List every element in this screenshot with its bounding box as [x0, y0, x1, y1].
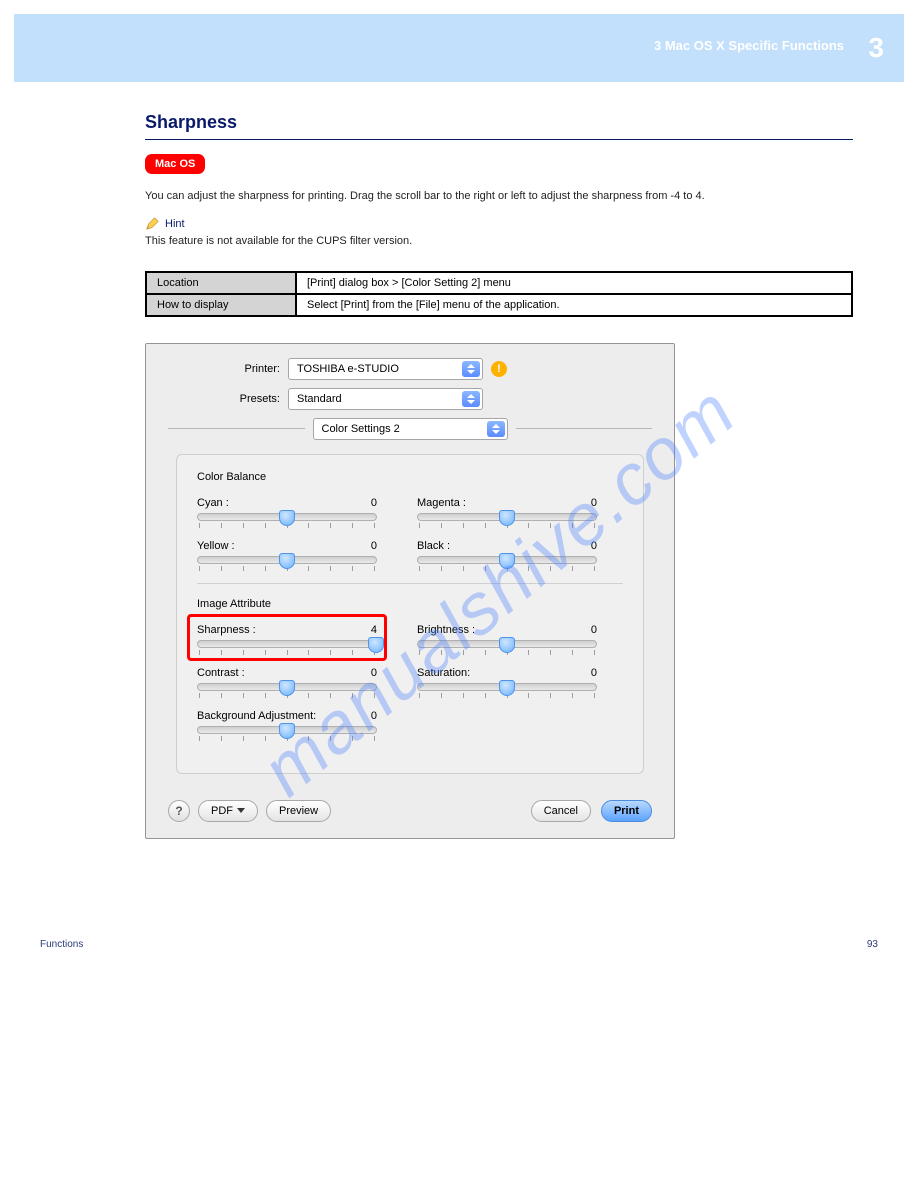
page-footer: Functions 93 — [0, 879, 918, 970]
section-title: Sharpness — [145, 112, 853, 133]
header-text: 3 Mac OS X Specific Functions — [654, 38, 844, 53]
sharpness-value: 4 — [371, 624, 377, 636]
warning-icon — [491, 361, 507, 377]
contrast-slider-block: Contrast : 0 — [197, 667, 377, 698]
saturation-label: Saturation: — [417, 667, 470, 679]
table-row: How to display Select [Print] from the [… — [146, 294, 852, 316]
chevron-updown-icon — [462, 361, 480, 377]
chevron-updown-icon — [462, 391, 480, 407]
table-cell-value: Select [Print] from the [File] menu of t… — [296, 294, 852, 316]
color-balance-title: Color Balance — [197, 471, 623, 483]
contrast-label: Contrast : — [197, 667, 245, 679]
hint-text: This feature is not available for the CU… — [145, 235, 853, 247]
printer-label: Printer: — [168, 363, 288, 375]
saturation-slider[interactable] — [417, 683, 597, 691]
contrast-value: 0 — [371, 667, 377, 679]
sharpness-label: Sharpness : — [197, 624, 256, 636]
pencil-icon — [145, 217, 159, 231]
printer-select-value: TOSHIBA e-STUDIO — [297, 363, 399, 375]
header-number: 3 — [868, 32, 884, 64]
saturation-slider-block: Saturation: 0 — [417, 667, 597, 698]
cyan-slider[interactable] — [197, 513, 377, 521]
magenta-slider-block: Magenta : 0 — [417, 497, 597, 528]
hint-block: Hint This feature is not available for t… — [145, 217, 853, 247]
brightness-slider[interactable] — [417, 640, 597, 648]
panel-divider — [197, 583, 623, 584]
black-slider[interactable] — [417, 556, 597, 564]
magenta-label: Magenta : — [417, 497, 466, 509]
divider — [168, 428, 305, 429]
table-cell-label: How to display — [146, 294, 296, 316]
print-button[interactable]: Print — [601, 800, 652, 822]
slider-thumb[interactable] — [499, 553, 515, 569]
panel-menu-select[interactable]: Color Settings 2 — [313, 418, 508, 440]
slider-thumb[interactable] — [499, 680, 515, 696]
panel-menu-value: Color Settings 2 — [322, 423, 400, 435]
yellow-label: Yellow : — [197, 540, 235, 552]
cancel-button[interactable]: Cancel — [531, 800, 591, 822]
yellow-value: 0 — [371, 540, 377, 552]
cyan-value: 0 — [371, 497, 377, 509]
background-label: Background Adjustment: — [197, 710, 316, 722]
pdf-button-label: PDF — [211, 805, 233, 817]
slider-thumb[interactable] — [279, 723, 295, 739]
background-slider[interactable] — [197, 726, 377, 734]
slider-thumb[interactable] — [279, 510, 295, 526]
print-dialog: Printer: TOSHIBA e-STUDIO Presets: Stand… — [145, 343, 675, 839]
table-cell-value: [Print] dialog box > [Color Setting 2] m… — [296, 272, 852, 294]
background-value: 0 — [371, 710, 377, 722]
cyan-label: Cyan : — [197, 497, 229, 509]
brightness-slider-block: Brightness : 0 — [417, 624, 597, 655]
slider-ticks — [197, 650, 377, 655]
yellow-slider-block: Yellow : 0 — [197, 540, 377, 571]
chevron-down-icon — [237, 808, 245, 813]
preview-button[interactable]: Preview — [266, 800, 331, 822]
settings-panel: Color Balance Cyan : 0 Magenta : 0 — [176, 454, 644, 774]
sharpness-slider[interactable] — [197, 640, 377, 648]
saturation-value: 0 — [591, 667, 597, 679]
table-cell-label: Location — [146, 272, 296, 294]
hint-label: Hint — [165, 218, 185, 230]
pdf-button[interactable]: PDF — [198, 800, 258, 822]
footer-left: Functions — [40, 939, 83, 950]
brightness-value: 0 — [591, 624, 597, 636]
chevron-updown-icon — [487, 421, 505, 437]
help-button[interactable]: ? — [168, 800, 190, 822]
dialog-footer: ? PDF Preview Cancel Print — [146, 792, 674, 838]
presets-label: Presets: — [168, 393, 288, 405]
slider-thumb[interactable] — [368, 637, 384, 653]
background-slider-block: Background Adjustment: 0 — [197, 710, 377, 741]
footer-right: 93 — [867, 939, 878, 950]
divider — [516, 428, 653, 429]
sharpness-slider-block: Sharpness : 4 — [197, 624, 377, 655]
black-label: Black : — [417, 540, 450, 552]
slider-thumb[interactable] — [279, 680, 295, 696]
section-rule — [145, 139, 853, 140]
slider-thumb[interactable] — [279, 553, 295, 569]
body-paragraph: You can adjust the sharpness for printin… — [145, 188, 853, 205]
table-row: Location [Print] dialog box > [Color Set… — [146, 272, 852, 294]
presets-select[interactable]: Standard — [288, 388, 483, 410]
platform-badge: Mac OS — [145, 154, 205, 174]
image-attribute-title: Image Attribute — [197, 598, 623, 610]
yellow-slider[interactable] — [197, 556, 377, 564]
cyan-slider-block: Cyan : 0 — [197, 497, 377, 528]
printer-select[interactable]: TOSHIBA e-STUDIO — [288, 358, 483, 380]
brightness-label: Brightness : — [417, 624, 475, 636]
spec-table: Location [Print] dialog box > [Color Set… — [145, 271, 853, 317]
page-header: 3 Mac OS X Specific Functions 3 — [14, 14, 904, 82]
slider-thumb[interactable] — [499, 510, 515, 526]
contrast-slider[interactable] — [197, 683, 377, 691]
magenta-value: 0 — [591, 497, 597, 509]
black-slider-block: Black : 0 — [417, 540, 597, 571]
slider-thumb[interactable] — [499, 637, 515, 653]
presets-select-value: Standard — [297, 393, 342, 405]
black-value: 0 — [591, 540, 597, 552]
magenta-slider[interactable] — [417, 513, 597, 521]
